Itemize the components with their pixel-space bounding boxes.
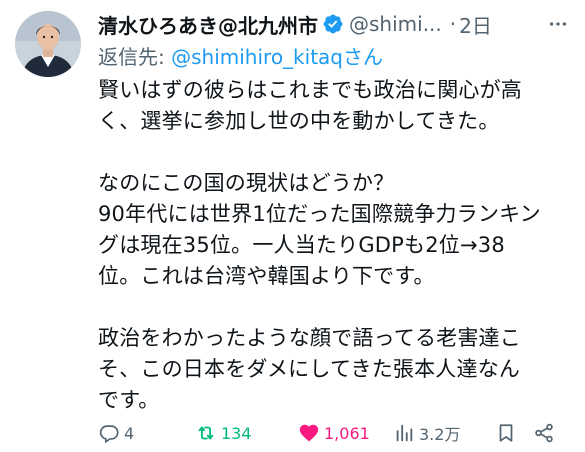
tweet-header: 清水ひろあき@北九州市 @shimi... · 2日 [98, 9, 575, 39]
text-line: なのにこの国の現状はどうか？ [98, 171, 395, 195]
heart-icon [299, 424, 319, 442]
view-count: 3.2万 [419, 425, 461, 444]
text-line: 政治をわかったような顔で語ってる老害達こ [98, 326, 521, 350]
action-bar: 4 134 1,061 3.2万 [98, 420, 568, 446]
like-count: 1,061 [324, 423, 370, 443]
retweet-icon [198, 426, 214, 440]
tweet-paragraph: なのにこの国の現状はどうか？ 90年代には世界1位だった国際競争力ランキン グは… [98, 168, 578, 292]
bookmark-icon [499, 424, 513, 442]
text-line: です。 [98, 388, 160, 412]
bookmark-button[interactable] [495, 420, 517, 446]
share-icon [535, 423, 553, 443]
reply-to-suffix[interactable]: さん [343, 45, 383, 69]
tweet-text: 賢いはずの彼らはこれまでも政治に関心が高 く、選挙に参加し世の中を動かしてきた。… [98, 75, 578, 416]
views-icon [396, 424, 413, 442]
more-options-icon[interactable] [547, 13, 569, 35]
reply-to-label: 返信先: [98, 45, 172, 69]
reply-button[interactable]: 4 [98, 420, 134, 446]
reply-count: 4 [124, 423, 135, 443]
author-handle[interactable]: @shimi... [349, 12, 442, 36]
text-line: 位。これは台湾や韓国より下です。 [98, 264, 435, 288]
tweet-paragraph: 賢いはずの彼らはこれまでも政治に関心が高 く、選挙に参加し世の中を動かしてきた。 [98, 75, 578, 137]
verified-badge-icon [323, 14, 343, 34]
share-button[interactable] [533, 420, 555, 446]
text-line: 90年代には世界1位だった国際競争力ランキン [98, 202, 541, 226]
separator: · [449, 12, 457, 36]
text-line: 賢いはずの彼らはこれまでも政治に関心が高 [98, 78, 522, 102]
views-button[interactable]: 3.2万 [393, 420, 460, 446]
text-line: そ、この日本をダメにしてきた張本人達なん [98, 357, 521, 381]
timestamp[interactable]: 2日 [459, 10, 492, 39]
reply-to-mention[interactable]: @shimihiro_kitaq [171, 45, 343, 69]
reply-icon [99, 425, 119, 444]
like-button[interactable]: 1,061 [298, 420, 370, 446]
retweet-count: 134 [221, 423, 252, 443]
tweet-paragraph: 政治をわかったような顔で語ってる老害達こ そ、この日本をダメにしてきた張本人達な… [98, 323, 578, 416]
text-line: グは現在35位。一人当たりGDPも2位→38 [98, 233, 505, 257]
avatar[interactable] [15, 11, 81, 77]
reply-to-line: 返信先: @shimihiro_kitaqさん [98, 41, 383, 69]
author-name[interactable]: 清水ひろあき@北九州市 [98, 10, 318, 39]
text-line: く、選挙に参加し世の中を動かしてきた。 [98, 109, 500, 133]
retweet-button[interactable]: 134 [195, 420, 252, 446]
avatar-photo [15, 11, 81, 77]
